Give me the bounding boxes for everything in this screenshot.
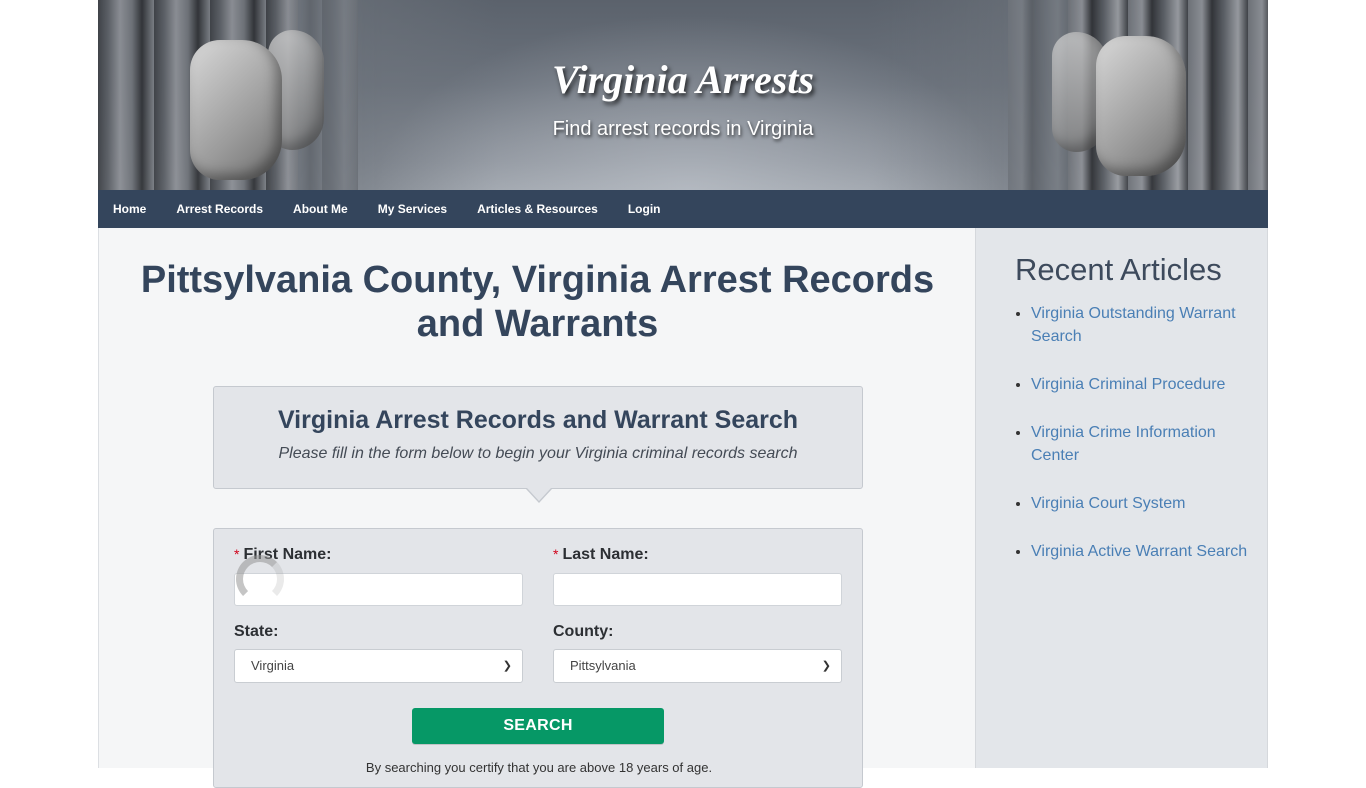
article-link[interactable]: Virginia Outstanding Warrant Search [1031, 305, 1236, 345]
list-item: Virginia Outstanding Warrant Search [1031, 302, 1261, 348]
first-name-input[interactable] [234, 573, 523, 606]
state-select[interactable]: Virginia ❯ [234, 649, 523, 683]
page-title: Pittsylvania County, Virginia Arrest Rec… [140, 259, 935, 345]
county-select[interactable]: Pittsylvania ❯ [553, 649, 842, 683]
search-form: * First Name: * Last Name: State: Virginia… [213, 528, 863, 788]
required-marker: * [234, 546, 240, 562]
site-tagline: Find arrest records in Virginia [552, 118, 814, 140]
search-box-title: Virginia Arrest Records and Warrant Sear… [277, 406, 799, 434]
header-banner: Virginia Arrests Find arrest records in … [98, 0, 1268, 190]
state-select-value: Virginia [251, 658, 295, 673]
last-name-label-text: Last Name: [562, 546, 649, 563]
page: Virginia Arrests Find arrest records in … [98, 0, 1268, 788]
main-nav: Home Arrest Records About Me My Services… [98, 190, 1268, 228]
chevron-down-icon: ❯ [502, 660, 512, 672]
nav-my-services[interactable]: My Services [363, 190, 462, 228]
recent-articles-title: Recent Articles [1015, 252, 1222, 287]
chevron-down-icon: ❯ [821, 660, 831, 672]
nav-about-me[interactable]: About Me [278, 190, 363, 228]
nav-home[interactable]: Home [98, 190, 161, 228]
list-item: Virginia Active Warrant Search [1031, 540, 1261, 563]
article-link[interactable]: Virginia Active Warrant Search [1031, 543, 1247, 560]
article-link[interactable]: Virginia Court System [1031, 495, 1185, 512]
last-name-input[interactable] [553, 573, 842, 606]
list-item: Virginia Crime Information Center [1031, 421, 1261, 467]
article-link[interactable]: Virginia Criminal Procedure [1031, 376, 1225, 393]
search-button[interactable]: SEARCH [412, 708, 664, 744]
state-label: State: [234, 623, 279, 640]
nav-login[interactable]: Login [613, 190, 676, 228]
required-marker: * [553, 546, 559, 562]
main-content: Pittsylvania County, Virginia Arrest Rec… [98, 228, 975, 788]
search-box-subtitle: Please fill in the form below to begin y… [278, 445, 798, 462]
search-header-box: Virginia Arrest Records and Warrant Sear… [213, 386, 863, 503]
first-name-label-text: First Name: [243, 546, 332, 563]
sidebar: Recent Articles Virginia Outstanding War… [975, 228, 1268, 768]
county-label: County: [553, 623, 614, 640]
county-select-value: Pittsylvania [570, 658, 636, 673]
site-title[interactable]: Virginia Arrests [98, 56, 1268, 103]
nav-articles-resources[interactable]: Articles & Resources [462, 190, 613, 228]
list-item: Virginia Court System [1031, 492, 1261, 515]
last-name-label: * Last Name: [553, 546, 649, 564]
article-link[interactable]: Virginia Crime Information Center [1031, 424, 1216, 464]
first-name-label: * First Name: [234, 546, 331, 564]
list-item: Virginia Criminal Procedure [1031, 373, 1261, 396]
nav-arrest-records[interactable]: Arrest Records [161, 190, 278, 228]
recent-articles-list: Virginia Outstanding Warrant Search Virg… [1031, 302, 1261, 588]
